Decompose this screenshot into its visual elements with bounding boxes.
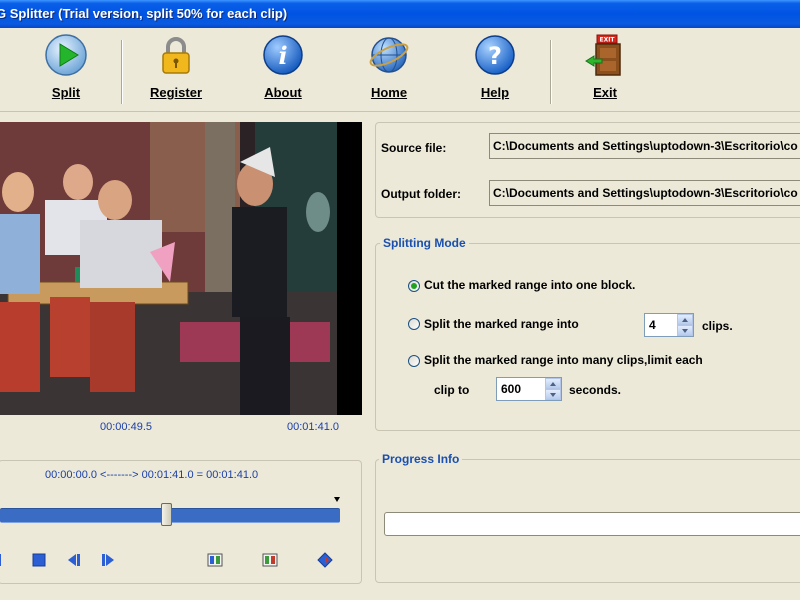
mark-start-button[interactable] <box>207 552 223 568</box>
previous-frame-button[interactable] <box>66 552 82 568</box>
source-file-label: Source file: <box>381 141 447 155</box>
option-split-into-clips[interactable]: Split the marked range into <box>424 317 579 331</box>
exit-door-icon: EXIT <box>585 34 621 76</box>
help-question-icon: ? <box>475 35 515 75</box>
exit-button[interactable]: EXIT Exit <box>560 32 650 106</box>
clips-count-value[interactable]: 4 <box>649 314 656 336</box>
globe-icon <box>369 37 409 73</box>
svg-text:i: i <box>278 41 287 70</box>
split-label: Split <box>51 85 81 100</box>
register-button[interactable]: Register <box>131 32 221 106</box>
total-time: 00:01:41.0 <box>287 421 339 433</box>
video-preview[interactable] <box>0 122 362 415</box>
option-one-block[interactable]: Cut the marked range into one block. <box>424 278 635 292</box>
clips-count-spinner[interactable]: 4 <box>644 313 694 337</box>
clips-decrease-button[interactable] <box>677 325 693 336</box>
seconds-increase-button[interactable] <box>545 378 561 389</box>
help-label: Help <box>480 85 510 100</box>
help-button[interactable]: ? Help <box>450 32 540 106</box>
current-time: 00:00:49.5 <box>100 421 152 433</box>
clips-unit-label: clips. <box>702 319 733 333</box>
play-icon <box>45 34 87 76</box>
toolbar: Split Register i About Home ? Help EXIT … <box>0 28 800 112</box>
home-button[interactable]: Home <box>344 32 434 106</box>
about-button[interactable]: i About <box>238 32 328 106</box>
window-title: G Splitter (Trial version, split 50% for… <box>0 6 288 21</box>
seconds-decrease-button[interactable] <box>545 389 561 400</box>
play-button[interactable] <box>0 552 10 568</box>
mark-end-button[interactable] <box>262 552 278 568</box>
splitting-mode-title: Splitting Mode <box>380 236 469 250</box>
toolbar-separator <box>121 40 123 104</box>
radio-split-into-clips[interactable] <box>408 318 420 330</box>
radio-one-block[interactable] <box>408 280 420 292</box>
spinner-buttons <box>677 314 693 336</box>
padlock-icon <box>162 37 190 74</box>
seconds-unit-label: seconds. <box>569 383 622 397</box>
progress-bar <box>384 512 800 536</box>
output-folder-label: Output folder: <box>381 187 461 201</box>
clip-to-label: clip to <box>434 383 470 397</box>
splitting-mode-group <box>375 243 800 431</box>
clips-increase-button[interactable] <box>677 314 693 325</box>
home-label: Home <box>370 85 408 100</box>
next-frame-button[interactable] <box>100 552 116 568</box>
marked-range: 00:00:00.0 <-------> 00:01:41.0 = 00:01:… <box>45 469 259 481</box>
register-label: Register <box>149 85 203 100</box>
option-limit-clip-length[interactable]: Split the marked range into many clips,l… <box>424 353 703 367</box>
output-folder-field[interactable]: C:\Documents and Settings\uptodown-3\Esc… <box>489 180 800 206</box>
radio-limit-clip-length[interactable] <box>408 355 420 367</box>
toolbar-separator <box>550 40 552 104</box>
progress-info-title: Progress Info <box>379 452 463 466</box>
spinner-buttons <box>545 378 561 400</box>
stop-button[interactable] <box>31 552 47 568</box>
svg-text:?: ? <box>488 42 502 70</box>
seconds-spinner[interactable]: 600 <box>496 377 562 401</box>
video-frame <box>0 122 362 415</box>
timeline-thumb[interactable] <box>161 503 172 526</box>
title-bar[interactable]: G Splitter (Trial version, split 50% for… <box>0 0 800 28</box>
exit-label: Exit <box>593 85 617 100</box>
end-marker[interactable] <box>334 497 340 502</box>
preview-range-button[interactable] <box>317 552 333 568</box>
about-label: About <box>264 85 302 100</box>
exit-sign: EXIT <box>599 37 615 44</box>
info-icon: i <box>263 35 303 75</box>
split-button[interactable]: Split <box>21 32 111 106</box>
source-file-field[interactable]: C:\Documents and Settings\uptodown-3\Esc… <box>489 133 800 159</box>
seconds-value[interactable]: 600 <box>501 378 521 400</box>
